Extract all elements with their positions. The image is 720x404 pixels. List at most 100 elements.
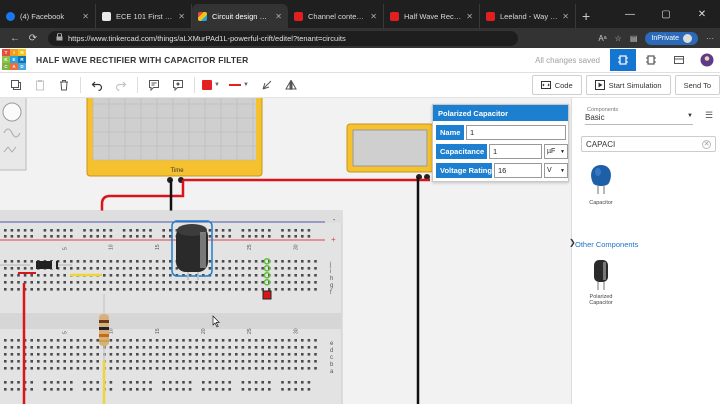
breadboard-hole[interactable] (287, 260, 291, 263)
breadboard-hole[interactable] (294, 281, 297, 284)
breadboard-hole[interactable] (76, 260, 80, 263)
breadboard-hole[interactable] (261, 388, 264, 391)
breadboard-hole[interactable] (169, 260, 172, 263)
breadboard-hole[interactable] (274, 281, 278, 284)
breadboard-hole[interactable] (221, 274, 225, 277)
breadboard-hole[interactable] (208, 388, 212, 391)
schematic-view-button[interactable] (638, 49, 664, 71)
breadboard-hole[interactable] (4, 353, 7, 356)
breadboard-hole[interactable] (202, 388, 205, 391)
breadboard-hole[interactable] (37, 360, 40, 363)
breadboard-hole[interactable] (76, 339, 80, 342)
breadboard-hole[interactable] (89, 229, 93, 232)
breadboard-hole[interactable] (142, 274, 146, 277)
breadboard-hole[interactable] (287, 353, 291, 356)
breadboard-hole[interactable] (254, 288, 258, 291)
breadboard-hole[interactable] (109, 360, 113, 363)
breadboard-hole[interactable] (50, 274, 53, 277)
breadboard-hole[interactable] (162, 274, 165, 277)
breadboard-hole[interactable] (202, 281, 205, 284)
breadboard-hole[interactable] (169, 235, 172, 238)
breadboard-hole[interactable] (175, 346, 179, 349)
breadboard-hole[interactable] (248, 388, 251, 391)
breadboard-hole[interactable] (116, 267, 119, 270)
breadboard-hole[interactable] (155, 367, 159, 370)
breadboard-hole[interactable] (248, 353, 251, 356)
breadboard-hole[interactable] (208, 381, 212, 384)
breadboard-hole[interactable] (202, 353, 205, 356)
breadboard-hole[interactable] (281, 360, 284, 363)
breadboard-hole[interactable] (235, 260, 238, 263)
breadboard-hole[interactable] (30, 353, 33, 356)
breadboard-hole[interactable] (175, 281, 179, 284)
breadboard-hole[interactable] (37, 367, 40, 370)
breadboard-hole[interactable] (17, 267, 20, 270)
breadboard-hole[interactable] (162, 346, 165, 349)
breadboard-hole[interactable] (109, 381, 113, 384)
breadboard-hole[interactable] (301, 288, 304, 291)
breadboard-hole[interactable] (10, 381, 14, 384)
paste-button[interactable] (28, 75, 52, 95)
breadboard-hole[interactable] (215, 388, 218, 391)
breadboard-hole[interactable] (208, 235, 212, 238)
breadboard-hole[interactable] (109, 229, 113, 232)
breadboard-hole[interactable] (228, 388, 231, 391)
breadboard-hole[interactable] (4, 235, 7, 238)
breadboard-hole[interactable] (195, 288, 198, 291)
breadboard-hole[interactable] (50, 367, 53, 370)
breadboard-hole[interactable] (228, 267, 231, 270)
breadboard-hole[interactable] (301, 381, 304, 384)
breadboard-hole[interactable] (248, 367, 251, 370)
breadboard-hole[interactable] (155, 281, 159, 284)
breadboard-hole[interactable] (30, 267, 33, 270)
breadboard-hole[interactable] (136, 267, 139, 270)
breadboard-hole[interactable] (56, 381, 60, 384)
breadboard-hole[interactable] (301, 367, 304, 370)
user-avatar-button[interactable] (694, 49, 720, 71)
breadboard-hole[interactable] (268, 339, 271, 342)
breadboard-hole[interactable] (30, 288, 33, 291)
breadboard-hole[interactable] (43, 367, 47, 370)
breadboard-hole[interactable] (136, 229, 139, 232)
breadboard-hole[interactable] (109, 353, 113, 356)
breadboard-hole[interactable] (43, 274, 47, 277)
breadboard-hole[interactable] (4, 274, 7, 277)
component-capacitor[interactable]: Capacitor (581, 161, 621, 217)
close-tab-icon[interactable]: ✕ (370, 12, 377, 21)
breadboard-hole[interactable] (63, 235, 66, 238)
browser-tab-facebook[interactable]: (4) Facebook ✕ (0, 4, 96, 28)
breadboard-hole[interactable] (122, 353, 126, 356)
breadboard-hole[interactable] (63, 288, 66, 291)
breadboard-hole[interactable] (162, 281, 165, 284)
breadboard-hole[interactable] (50, 229, 53, 232)
breadboard-hole[interactable] (254, 281, 258, 284)
breadboard-hole[interactable] (30, 388, 33, 391)
breadboard-hole[interactable] (241, 360, 245, 363)
breadboard-hole[interactable] (109, 235, 113, 238)
breadboard-hole[interactable] (10, 367, 14, 370)
breadboard-hole[interactable] (235, 281, 238, 284)
breadboard-hole[interactable] (281, 381, 284, 384)
breadboard-hole[interactable] (10, 260, 14, 263)
breadboard-hole[interactable] (23, 267, 27, 270)
breadboard-hole[interactable] (122, 360, 126, 363)
breadboard-hole[interactable] (136, 281, 139, 284)
breadboard-hole[interactable] (136, 260, 139, 263)
breadboard-hole[interactable] (268, 381, 271, 384)
breadboard-hole[interactable] (261, 288, 264, 291)
breadboard-hole[interactable] (195, 353, 198, 356)
breadboard-hole[interactable] (17, 288, 20, 291)
breadboard-hole[interactable] (235, 360, 238, 363)
breadboard-hole[interactable] (129, 229, 132, 232)
breadboard-hole[interactable] (43, 235, 47, 238)
breadboard-hole[interactable] (235, 274, 238, 277)
breadboard-hole[interactable] (149, 260, 152, 263)
breadboard-hole[interactable] (10, 353, 14, 356)
breadboard-hole[interactable] (96, 260, 99, 263)
breadboard-hole[interactable] (122, 274, 126, 277)
breadboard-hole[interactable] (109, 260, 113, 263)
breadboard-hole[interactable] (149, 281, 152, 284)
breadboard-hole[interactable] (149, 388, 152, 391)
breadboard-hole[interactable] (83, 360, 86, 363)
breadboard-hole[interactable] (4, 267, 7, 270)
